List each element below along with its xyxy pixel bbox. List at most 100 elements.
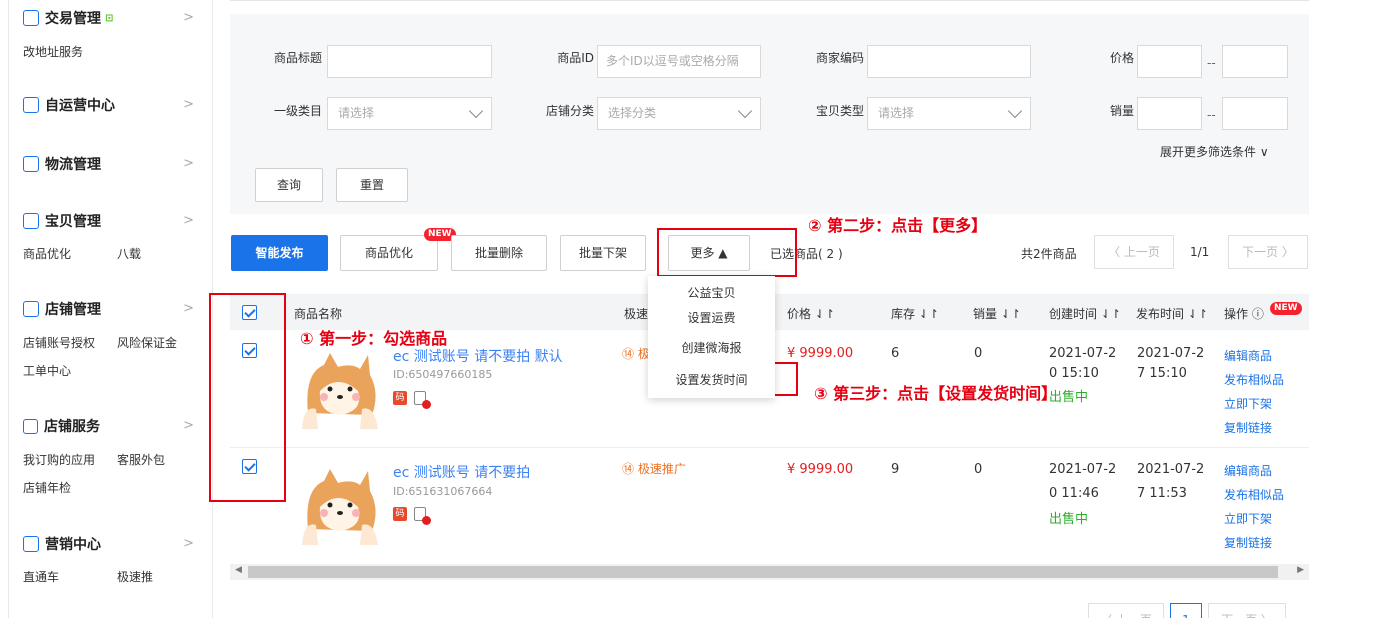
chevron-right-icon[interactable]: >: [183, 156, 194, 171]
price-min-input[interactable]: [1137, 45, 1202, 78]
device-off-icon: [414, 507, 431, 525]
product-title-link[interactable]: ec 测试账号 请不要拍: [393, 462, 530, 482]
device-off-icon: [414, 391, 431, 409]
code-tag-icon[interactable]: 码: [393, 507, 407, 521]
expand-filters-link[interactable]: 展开更多筛选条件 ∨: [1160, 143, 1269, 160]
shop-icon: [23, 301, 39, 317]
next-page-button[interactable]: 下一页 〉: [1228, 235, 1308, 269]
sidebar-section-self-ops[interactable]: 自运营中心: [23, 95, 115, 115]
offshelf-link[interactable]: 立即下架: [1224, 395, 1272, 412]
label-product-id: 商品ID: [557, 51, 594, 65]
sidebar-item-account-auth[interactable]: 店铺账号授权: [23, 334, 95, 351]
prev-page-button[interactable]: 〈 上一页: [1094, 235, 1174, 269]
sidebar-section-shop[interactable]: 店铺管理: [23, 299, 101, 319]
offshelf-link[interactable]: 立即下架: [1224, 510, 1272, 527]
smart-publish-button[interactable]: 智能发布: [231, 235, 328, 271]
scroll-left-icon[interactable]: ◀: [235, 565, 242, 575]
edit-product-link[interactable]: 编辑商品: [1224, 462, 1272, 479]
sidebar-item-deposit[interactable]: 风险保证金: [117, 334, 177, 351]
category-select[interactable]: 请选择: [327, 97, 492, 130]
batch-delete-button[interactable]: 批量删除: [451, 235, 547, 271]
shop-category-select[interactable]: 选择分类: [597, 97, 761, 130]
bottom-page-1[interactable]: 1: [1170, 603, 1202, 618]
reset-button[interactable]: 重置: [336, 168, 408, 202]
horizontal-scrollbar[interactable]: ◀ ▶: [230, 564, 1309, 580]
sidebar-section-trade[interactable]: 交易管理 ⊡: [23, 8, 113, 28]
published-time-2: 7 15:10: [1137, 366, 1187, 381]
chevron-right-icon[interactable]: >: [183, 536, 194, 551]
sidebar-section-label: 营销中心: [45, 537, 101, 553]
chevron-down-icon: [737, 103, 753, 119]
label-sales: 销量: [1109, 104, 1134, 118]
sidebar-item-jisutui[interactable]: 极速推: [117, 568, 153, 585]
col-sales[interactable]: 销量 ⇃↾: [973, 305, 1021, 322]
label-merchant-code: 商家编码: [815, 51, 864, 65]
chevron-right-icon[interactable]: >: [183, 97, 194, 112]
merchant-code-input[interactable]: [867, 45, 1031, 78]
published-time-1: 2021-07-2: [1137, 346, 1205, 361]
query-button[interactable]: 查询: [255, 168, 323, 202]
sales-max-input[interactable]: [1222, 97, 1288, 130]
annotation-step1: ① 第一步：勾选商品: [300, 329, 448, 348]
sidebar-section-services[interactable]: 店铺服务: [23, 416, 100, 436]
chevron-right-icon[interactable]: >: [183, 301, 194, 316]
batch-offshelf-button[interactable]: 批量下架: [560, 235, 646, 271]
bottom-next-button[interactable]: 下一页 〉: [1208, 603, 1286, 618]
sidebar-section-logistics[interactable]: 物流管理: [23, 154, 101, 174]
sidebar-item-cs-outsourcing[interactable]: 客服外包: [117, 451, 165, 468]
product-title-link[interactable]: ec 测试账号 请不要拍 默认: [393, 346, 563, 366]
item-type-select[interactable]: 请选择: [867, 97, 1031, 130]
col-created[interactable]: 创建时间 ⇃↾: [1049, 305, 1121, 322]
bottom-prev-button[interactable]: 〈 上一页: [1088, 603, 1164, 618]
menu-item-set-delivery-time[interactable]: 设置发货时间: [648, 371, 775, 388]
promo-link[interactable]: ⑭ 极速推广: [622, 460, 686, 477]
scroll-right-icon[interactable]: ▶: [1297, 565, 1304, 575]
publish-similar-link[interactable]: 发布相似品: [1224, 371, 1284, 388]
copy-link[interactable]: 复制链接: [1224, 534, 1272, 551]
edit-product-link[interactable]: 编辑商品: [1224, 347, 1272, 364]
scrollbar-thumb[interactable]: [248, 566, 1278, 578]
label-item-type: 宝贝类型: [815, 104, 864, 118]
sidebar-section-marketing[interactable]: 营销中心: [23, 534, 101, 554]
chevron-right-icon[interactable]: >: [183, 10, 194, 25]
col-stock[interactable]: 库存 ⇃↾: [891, 305, 939, 322]
label-price: 价格: [1109, 51, 1134, 65]
sidebar-item-ticket-center[interactable]: 工单中心: [23, 362, 71, 379]
chevron-right-icon[interactable]: >: [183, 213, 194, 228]
created-time-1: 2021-07-2: [1049, 346, 1117, 361]
sidebar-item-ztc[interactable]: 直通车: [23, 568, 59, 585]
col-published[interactable]: 发布时间 ⇃↾: [1136, 305, 1208, 322]
sidebar-item-bazai[interactable]: 八载: [117, 245, 141, 262]
optimize-button[interactable]: 商品优化: [340, 235, 438, 271]
sidebar-item-annual-check[interactable]: 店铺年检: [23, 479, 71, 496]
chevron-right-icon[interactable]: >: [183, 418, 194, 433]
price: ¥ 9999.00: [787, 346, 854, 361]
trade-icon: [23, 10, 39, 26]
shiba-image: [294, 343, 382, 429]
col-price[interactable]: 价格 ⇃↾: [787, 305, 835, 322]
product-id-input[interactable]: 多个ID以逗号或空格分隔: [597, 45, 761, 78]
menu-item-set-shipping-fee[interactable]: 设置运费: [648, 309, 775, 326]
product-thumbnail[interactable]: [294, 459, 382, 545]
code-tag-icon[interactable]: 码: [393, 391, 407, 405]
sales: 0: [974, 462, 983, 477]
sales: 0: [974, 346, 983, 361]
tab-underline: [230, 0, 1309, 1]
publish-similar-link[interactable]: 发布相似品: [1224, 486, 1284, 503]
menu-item-charity[interactable]: 公益宝贝: [648, 284, 775, 301]
product-thumbnail[interactable]: [294, 343, 382, 429]
sidebar-section-items[interactable]: 宝贝管理: [23, 211, 101, 231]
product-title-input[interactable]: [327, 45, 492, 78]
price-max-input[interactable]: [1222, 45, 1288, 78]
label-product-title: 商品标题: [273, 51, 322, 65]
promo-link[interactable]: ⑭ 极: [622, 345, 650, 362]
filter-panel: 商品标题 商品ID 多个ID以逗号或空格分隔 商家编码 价格 -- 一级类目 请…: [230, 14, 1309, 214]
sales-min-input[interactable]: [1137, 97, 1202, 130]
sidebar-item-optimize[interactable]: 商品优化: [23, 245, 71, 262]
sidebar-item-my-apps[interactable]: 我订购的应用: [23, 451, 95, 468]
copy-link[interactable]: 复制链接: [1224, 419, 1272, 436]
annotation-box-checkboxes: [209, 293, 286, 502]
sidebar-item-address-service[interactable]: 改地址服务: [23, 43, 83, 60]
menu-item-create-poster[interactable]: 创建微海报: [648, 339, 775, 356]
total-count: 共2件商品: [1021, 247, 1077, 261]
